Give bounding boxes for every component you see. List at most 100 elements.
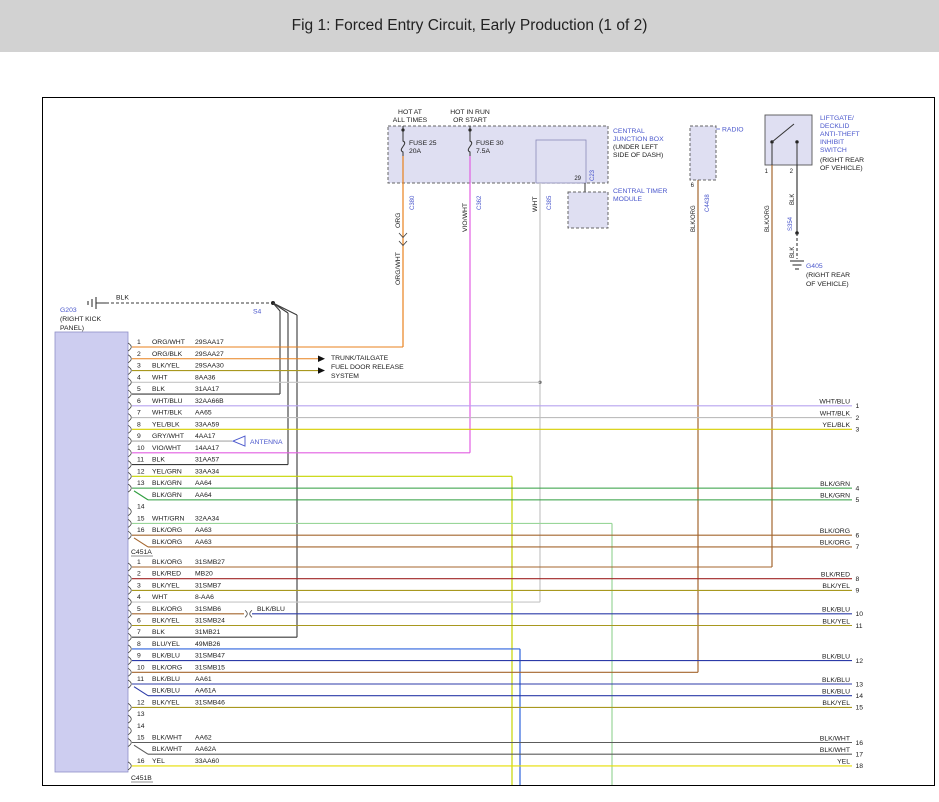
splice-label: S4 [253, 309, 262, 316]
cjb-location: SIDE OF DASH) [613, 152, 663, 159]
liftgate-location: (RIGHT REAR [820, 157, 864, 164]
circuit-label: AA64 [195, 480, 212, 487]
pin-number: 14 [137, 504, 145, 511]
circuit-label: 32AA34 [195, 515, 219, 522]
pin-number: 10 [137, 445, 145, 452]
pin-number: 2 [137, 351, 141, 358]
wire-color-label: BLK/ORG [152, 664, 182, 671]
liftgate-label: LIFTGATE/ [820, 115, 854, 122]
wire-color-label: ORG/WHT [395, 252, 402, 285]
edge-wire-label: BLK/BLU [822, 689, 850, 696]
wire-color-label: BLK [152, 457, 165, 464]
edge-pin-number: 1 [856, 403, 860, 410]
edge-pin-number: 17 [856, 752, 864, 759]
circuit-label: 31MB21 [195, 629, 221, 636]
wire-color-label: ORG/WHT [152, 339, 185, 346]
edge-wire-label: YEL/BLK [822, 422, 850, 429]
edge-wire-label: BLK/WHT [820, 747, 850, 754]
circuit-label: 29SAA27 [195, 351, 224, 358]
pin-number: 3 [137, 582, 141, 589]
edge-wire-label: WHT/BLU [819, 399, 850, 406]
figure-title-bar: Fig 1: Forced Entry Circuit, Early Produ… [0, 0, 939, 52]
circuit-label: 32AA66B [195, 398, 224, 405]
liftgate-label: DECKLID [820, 123, 850, 130]
wire-color-label: VIO/WHT [152, 445, 181, 452]
circuit-label: MB20 [195, 571, 213, 578]
figure-title: Fig 1: Forced Entry Circuit, Early Produ… [292, 17, 648, 35]
ground-label: G405 [806, 263, 823, 270]
wire-color-label: BLK/ORG [152, 527, 182, 534]
splice-label: S354 [788, 216, 794, 231]
circuit-label: 31SMB7 [195, 582, 221, 589]
circuit-label: 8AA36 [195, 374, 216, 381]
edge-pin-number: 12 [856, 658, 864, 665]
edge-wire-label: BLK/YEL [822, 583, 850, 590]
wire-color-label: GRY/WHT [152, 433, 184, 440]
pin-number: 13 [137, 480, 145, 487]
edge-wire-label: YEL [837, 759, 850, 766]
circuit-label: 31SMB27 [195, 559, 225, 566]
ground-location: OF VEHICLE) [806, 281, 849, 288]
wire-color-label: YEL [152, 758, 165, 765]
circuit-label: 29SAA30 [195, 363, 224, 370]
edge-wire-label: BLK/BLU [822, 677, 850, 684]
wire-color-label: BLK [152, 629, 165, 636]
wire-color-label: BLK/ORG [765, 205, 771, 232]
feed-label: ALL TIMES [393, 117, 428, 124]
ground-label: G203 [60, 307, 77, 314]
edge-pin-number: 6 [856, 532, 860, 539]
edge-wire-label: BLK/GRN [820, 481, 850, 488]
fuse30-label: FUSE 30 [476, 140, 504, 147]
wire-color-label: BLK/BLU [257, 606, 285, 613]
liftgate-label: INHIBIT [820, 139, 844, 146]
wire-color-label: WHT/GRN [152, 515, 185, 522]
circuit-label: 31AA17 [195, 386, 219, 393]
wire-color-label: BLK/ORG [691, 205, 697, 232]
circuit-label: 31SMB6 [195, 606, 221, 613]
circuit-label: AA65 [195, 410, 212, 417]
pin-number: 15 [137, 515, 145, 522]
wire-color-label: BLK/YEL [152, 699, 180, 706]
edge-wire-label: BLK/YEL [822, 700, 850, 707]
wiring-diagram-canvas: HOT AT ALL TIMES HOT IN RUN OR START FUS… [0, 52, 939, 802]
feed-label: HOT AT [398, 109, 422, 116]
fuse25-label: FUSE 25 [409, 140, 437, 147]
ctm-label: MODULE [613, 196, 643, 203]
switch-contact [795, 140, 798, 143]
circuit-label: AA61 [195, 676, 212, 683]
edge-wire-label: WHT/BLK [820, 410, 851, 417]
pin-number: 7 [137, 629, 141, 636]
central-timer-module-box [568, 192, 608, 228]
circuit-label: 31SMB47 [195, 653, 225, 660]
connector-b-label: C451B [131, 775, 152, 782]
edge-pin-number: 16 [856, 740, 864, 747]
edge-pin-number: 14 [856, 693, 864, 700]
ground-location: (RIGHT REAR [806, 272, 850, 279]
pin-number: 13 [137, 711, 145, 718]
ground-location: PANEL) [60, 325, 84, 332]
wire-color-label: BLK [116, 295, 129, 302]
pin-number: 3 [137, 363, 141, 370]
wire-color-label: VIO/WHT [462, 203, 469, 232]
feed-label: OR START [453, 117, 487, 124]
connector-body [55, 332, 128, 772]
cjb-location: (UNDER LEFT [613, 144, 658, 151]
edge-wire-label: BLK/WHT [820, 735, 850, 742]
pin-number: 16 [137, 758, 145, 765]
pin-number: 9 [137, 433, 141, 440]
wire-color-label: BLK/ORG [152, 539, 182, 546]
connector-id-label: C380 [410, 195, 416, 210]
connector-id-label: C385 [547, 195, 553, 210]
pin-number: 6 [137, 398, 141, 405]
wire-color-label: WHT/BLK [152, 410, 183, 417]
cjb-label: JUNCTION BOX [613, 136, 664, 143]
system-reference-label: TRUNK/TAILGATE [331, 355, 389, 362]
edge-pin-number: 7 [856, 544, 860, 551]
circuit-label: 8-AA6 [195, 594, 214, 601]
wire-color-label: WHT [152, 594, 167, 601]
wire-color-label: BLU/YEL [152, 641, 180, 648]
pin-number: 9 [137, 653, 141, 660]
circuit-label: 49MB26 [195, 641, 221, 648]
cjb-pin-number: 29 [574, 176, 581, 182]
radio-label: RADIO [722, 127, 744, 134]
